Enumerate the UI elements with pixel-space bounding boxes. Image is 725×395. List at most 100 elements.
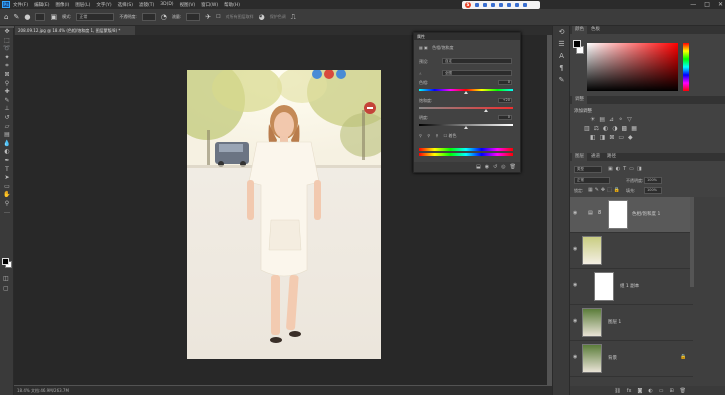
delete-icon[interactable]: 🗑 <box>510 164 516 170</box>
flow-field[interactable] <box>186 13 201 21</box>
quick-mask-icon[interactable]: ◫ <box>3 275 9 282</box>
pressure-size-icon[interactable]: ◕ <box>259 13 265 21</box>
eyedropper-plus-icon[interactable]: ⚲ <box>427 133 430 138</box>
saturation-slider-thumb[interactable] <box>483 109 488 112</box>
menu-type[interactable]: 文字(Y) <box>96 2 111 8</box>
symmetry-icon[interactable]: ⎍ <box>291 13 296 21</box>
ime-voice-icon[interactable] <box>507 3 511 7</box>
layer-row-group[interactable]: ◉ <box>570 233 693 269</box>
tab-swatches[interactable]: 色板 <box>588 26 603 34</box>
eyedropper-icon[interactable]: ⚲ <box>419 133 422 138</box>
hand-adjust-icon[interactable]: ☝ <box>419 71 421 76</box>
menu-layer[interactable]: 图层(L) <box>75 2 90 8</box>
home-icon[interactable]: ⌂ <box>4 13 8 21</box>
minimize-button[interactable]: — <box>690 1 696 8</box>
healing-brush-tool-icon[interactable]: ✚ <box>0 88 14 97</box>
link-icon[interactable]: 8 <box>598 210 601 216</box>
ime-emoji-icon[interactable] <box>491 3 495 7</box>
more-tools-icon[interactable]: … <box>0 208 14 217</box>
hue-slider[interactable] <box>683 43 689 91</box>
layer-visibility-eye-icon[interactable]: ◉ <box>573 354 577 360</box>
tab-channels[interactable]: 通道 <box>588 153 603 161</box>
menu-image[interactable]: 图像(I) <box>55 2 69 8</box>
lightness-slider-thumb[interactable] <box>464 126 468 129</box>
pen-tool-icon[interactable]: ✒ <box>0 157 14 166</box>
eyedropper-minus-icon[interactable]: ⚲ <box>435 133 438 138</box>
layer-visibility-eye-icon[interactable]: ◉ <box>573 282 577 288</box>
layer-row-background[interactable]: ◉ 背景 🔒 <box>570 341 693 377</box>
document-image[interactable] <box>187 70 381 359</box>
adjustments-row-1[interactable]: ☀▤⊿⚬▽ <box>590 116 636 123</box>
layer-row-layer1[interactable]: ◉ 图层 1 <box>570 305 693 341</box>
character-panel-icon[interactable]: A <box>553 50 570 62</box>
ime-toolbar[interactable]: S <box>462 1 540 9</box>
layer-filter-dropdown[interactable]: 类型 <box>574 166 602 173</box>
move-tool-icon[interactable]: ✥ <box>0 28 14 37</box>
channel-dropdown[interactable]: 全图 <box>442 70 512 76</box>
maximize-button[interactable]: □ <box>704 1 710 8</box>
properties-panel-title[interactable]: 属性 <box>414 33 520 40</box>
layer-row-group-copy[interactable]: ◉ 组 1 副本 <box>570 269 693 305</box>
colorize-checkbox[interactable]: ☐ <box>444 133 448 138</box>
brush-tool-icon[interactable]: ✎ <box>13 13 19 21</box>
color-panel-fg-swatch[interactable] <box>573 40 581 48</box>
tab-adjustments[interactable]: 调整 <box>572 96 587 104</box>
properties-panel[interactable]: 属性 ▦ ▣ 色相/饱和度 预设: 自定 ☝ 全图 色相: 0 饱和度: +20… <box>413 32 521 173</box>
menu-file[interactable]: 文件(F) <box>13 2 28 8</box>
ime-skin-icon[interactable] <box>515 3 519 7</box>
pressure-opacity-icon[interactable]: ◔ <box>161 13 167 21</box>
history-panel-icon[interactable]: ⟲ <box>553 26 570 38</box>
clone-stamp-tool-icon[interactable]: ⊥ <box>0 105 14 114</box>
layer-visibility-eye-icon[interactable]: ◉ <box>573 210 577 216</box>
adjustments-row-2[interactable]: ▥⚖◐◑▩▦ <box>584 125 641 132</box>
clip-to-layer-icon[interactable]: ⬓ <box>476 164 481 170</box>
visibility-icon[interactable]: ◎ <box>501 164 505 170</box>
ime-tools-icon[interactable] <box>523 3 527 7</box>
path-select-tool-icon[interactable]: ➤ <box>0 174 14 183</box>
blur-tool-icon[interactable]: 💧 <box>0 140 14 149</box>
reset-icon[interactable]: ↺ <box>493 164 497 170</box>
brush-panel-icon[interactable]: ▣ <box>50 13 57 21</box>
ime-punct-icon[interactable] <box>483 3 487 7</box>
close-button[interactable]: ✕ <box>718 1 723 8</box>
brush-preset-icon[interactable]: ● <box>24 13 30 21</box>
layer-name[interactable]: 背景 <box>608 355 617 361</box>
saturation-value-field[interactable]: +20 <box>498 98 512 103</box>
fill-field[interactable]: 100% <box>644 187 662 194</box>
airbrush-icon[interactable]: ✈ <box>205 13 211 21</box>
link-layers-icon[interactable]: ⛓ <box>614 388 620 394</box>
dodge-tool-icon[interactable]: ◐ <box>0 148 14 157</box>
layer-filter-icons[interactable]: ▣◐T▭◨ <box>608 166 645 172</box>
type-tool-icon[interactable]: T <box>0 166 14 175</box>
brush-tool-icon[interactable]: ✎ <box>0 97 14 106</box>
properties-panel-icon[interactable]: ☰ <box>553 38 570 50</box>
layer-name[interactable]: 图层 1 <box>608 319 621 325</box>
sample-all-layers-checkbox[interactable]: ☐ <box>216 13 220 21</box>
tab-layers[interactable]: 图层 <box>572 153 587 161</box>
lightness-value-field[interactable]: 0 <box>498 115 512 120</box>
marquee-tool-icon[interactable]: ⬚ <box>0 37 14 46</box>
menu-3d[interactable]: 3D(D) <box>160 2 173 7</box>
opacity-field[interactable] <box>141 13 156 21</box>
tab-color[interactable]: 颜色 <box>572 26 587 34</box>
layer-row-hue-saturation[interactable]: ◉ ▤ 8 色相/饱和度 1 <box>570 197 693 233</box>
layer-visibility-eye-icon[interactable]: ◉ <box>573 318 577 324</box>
lock-icons[interactable]: ▦✎✥⬚🔒 <box>588 187 622 193</box>
foreground-color-swatch[interactable] <box>2 258 9 265</box>
hue-slider-thumb[interactable] <box>464 91 468 94</box>
eyedropper-tool-icon[interactable]: ⚲ <box>0 80 14 89</box>
saturation-slider-track[interactable] <box>419 107 513 109</box>
adjustments-row-3[interactable]: ◧◨⊠▭◆ <box>590 134 637 141</box>
layers-scrollbar[interactable] <box>690 197 694 287</box>
ime-keyboard-icon[interactable] <box>499 3 503 7</box>
hand-tool-icon[interactable]: ✋ <box>0 191 14 200</box>
screen-mode-icon[interactable]: ▢ <box>3 285 9 292</box>
layer-visibility-eye-icon[interactable]: ◉ <box>573 246 577 252</box>
layer-mask-thumbnail[interactable] <box>594 272 614 301</box>
layer-opacity-field[interactable]: 100% <box>644 177 662 184</box>
layer-mask-thumbnail[interactable] <box>608 200 628 229</box>
brush-size-field[interactable] <box>35 13 46 21</box>
gradient-tool-icon[interactable]: ▤ <box>0 131 14 140</box>
brush-settings-icon[interactable]: ✎ <box>553 74 570 86</box>
document-tab[interactable]: 208.09.12.jpg @ 18.4% (色相/饱和度 1, 图层蒙版/8)… <box>15 26 135 35</box>
